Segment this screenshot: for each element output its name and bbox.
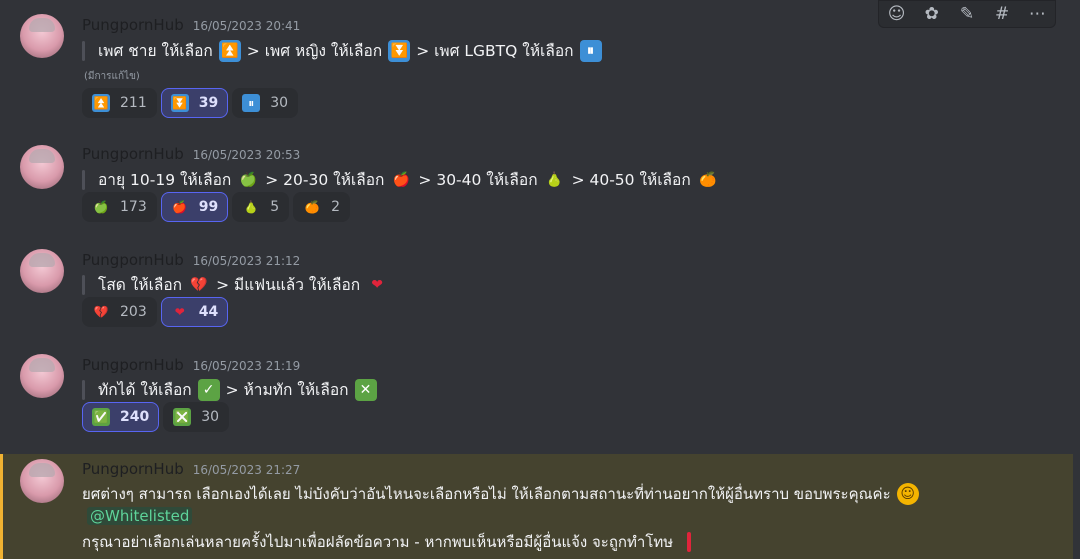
- reaction-button[interactable]: 🍎 99: [160, 192, 229, 222]
- mention-line: @Whitelisted: [87, 507, 193, 525]
- username[interactable]: PungpornHub: [82, 145, 184, 163]
- reaction-count: 2: [331, 199, 341, 215]
- cross-mark-emoji: ✕: [354, 378, 377, 401]
- message-text: เพศ ชาย ให้เลือก: [98, 42, 213, 60]
- message-text: > เพศ LGBTQ ให้เลือก: [416, 42, 574, 60]
- reaction-count: 5: [270, 199, 280, 215]
- timestamp: 16/05/2023 21:12: [192, 254, 301, 268]
- reaction-button[interactable]: ✅ 240: [82, 402, 160, 432]
- reaction-button[interactable]: ❎ 30: [163, 402, 230, 432]
- reaction-button[interactable]: ❤ 44: [160, 297, 229, 327]
- red-apple-emoji: 🍎: [392, 171, 411, 188]
- broken-heart-emoji: 💔: [190, 276, 208, 293]
- timestamp: 16/05/2023 20:53: [192, 148, 301, 162]
- reaction-button[interactable]: 🍊 2: [293, 192, 351, 222]
- message-2: PungpornHub 16/05/2023 20:53 อายุ 10-19 …: [0, 125, 1070, 235]
- message-content: ยศต่างๆ สามารถ เลือกเองได้เลย ไม่บังคับว…: [82, 482, 925, 506]
- reactions: 🍏 173 🍎 99 🍐 5 🍊 2: [82, 192, 351, 222]
- reaction-count: 211: [120, 95, 147, 111]
- orange-emoji: 🍊: [699, 171, 717, 188]
- username[interactable]: PungpornHub: [82, 251, 184, 269]
- timestamp: 16/05/2023 21:19: [192, 359, 301, 373]
- timestamp: 16/05/2023 20:41: [192, 19, 301, 33]
- pause-emoji: ⏸: [579, 39, 602, 62]
- message-text: > มีแฟนแล้ว ให้เลือก: [216, 276, 361, 294]
- green-apple-icon: 🍏: [93, 200, 109, 214]
- quote-bar: [82, 274, 85, 295]
- reaction-button[interactable]: 🍐 5: [232, 192, 290, 222]
- arrow-double-down-emoji: ⏬: [388, 39, 411, 62]
- pause-icon: ⏸: [242, 94, 261, 112]
- reaction-count: 173: [120, 199, 147, 215]
- arrow-double-up-emoji: ⏫: [218, 39, 241, 62]
- message-text: > เพศ หญิง ให้เลือก: [246, 42, 383, 60]
- pear-icon: 🍐: [243, 200, 259, 214]
- check-mark-icon: ✅: [92, 408, 110, 426]
- message-text: อายุ 10-19 ให้เลือก: [98, 171, 232, 189]
- red-heart-icon: ❤: [174, 305, 185, 319]
- reaction-button[interactable]: ⏬ 39: [160, 88, 229, 118]
- message-3: PungpornHub 16/05/2023 21:12 โสด ให้เลือ…: [0, 235, 1070, 340]
- reaction-count: 203: [120, 304, 147, 320]
- broken-heart-icon: 💔: [93, 305, 109, 319]
- message-content: เพศ ชาย ให้เลือก ⏫ > เพศ หญิง ให้เลือก ⏬…: [82, 38, 608, 63]
- arrow-double-up-icon: ⏫: [92, 94, 110, 112]
- quote-bar: [82, 40, 85, 61]
- warning-line: กรุณาอย่าเลือกเล่นหลายครั้งไปมาเพื่อฝลัด…: [82, 530, 692, 554]
- reactions: 💔 203 ❤ 44: [82, 297, 229, 327]
- reaction-count: 99: [198, 199, 219, 215]
- reaction-count: 30: [270, 95, 289, 111]
- avatar[interactable]: [20, 354, 64, 398]
- message-content: โสด ให้เลือก 💔 > มีแฟนแล้ว ให้เลือก ❤: [82, 272, 394, 297]
- reaction-count: 30: [201, 409, 220, 425]
- reaction-count: 44: [198, 304, 219, 320]
- exclamation-icon: [687, 532, 692, 552]
- message-text: > 40-50 ให้เลือก: [571, 171, 691, 189]
- role-mention[interactable]: @Whitelisted: [87, 507, 193, 525]
- message-content: ทักได้ ให้เลือก ✓ > ห้ามทัก ให้เลือก ✕: [82, 377, 383, 402]
- reaction-count: 240: [120, 409, 150, 425]
- message-text: กรุณาอย่าเลือกเล่นหลายครั้งไปมาเพื่อฝลัด…: [82, 533, 674, 551]
- avatar[interactable]: [20, 145, 64, 189]
- arrow-double-down-icon: ⏬: [170, 94, 189, 112]
- username[interactable]: PungpornHub: [82, 460, 184, 478]
- red-heart-emoji: ❤: [371, 276, 384, 293]
- pear-emoji: 🍐: [545, 171, 564, 188]
- orange-icon: 🍊: [304, 200, 320, 214]
- message-4: PungpornHub 16/05/2023 21:19 ทักได้ ให้เ…: [0, 340, 1070, 450]
- green-apple-emoji: 🍏: [239, 171, 257, 188]
- message-text: ทักได้ ให้เลือก: [98, 381, 192, 399]
- message-text: ยศต่างๆ สามารถ เลือกเองได้เลย ไม่บังคับว…: [82, 485, 891, 503]
- username[interactable]: PungpornHub: [82, 356, 184, 374]
- cross-mark-icon: ❎: [173, 408, 192, 426]
- avatar[interactable]: [20, 459, 64, 503]
- reactions: ✅ 240 ❎ 30: [82, 402, 230, 432]
- red-apple-icon: 🍎: [172, 200, 188, 214]
- message-text: โสด ให้เลือก: [98, 276, 183, 294]
- message-text: > ห้ามทัก ให้เลือก: [225, 381, 349, 399]
- message-text: > 30-40 ให้เลือก: [418, 171, 538, 189]
- message-1: PungpornHub 16/05/2023 20:41 เพศ ชาย ให้…: [0, 0, 1070, 125]
- saluting-face-emoji: ☺: [896, 483, 919, 505]
- timestamp: 16/05/2023 21:27: [192, 463, 301, 477]
- reaction-button[interactable]: ⏸ 30: [232, 88, 299, 118]
- message-text: > 20-30 ให้เลือก: [265, 171, 385, 189]
- reaction-button[interactable]: 💔 203: [82, 297, 157, 327]
- edited-label: (มีการแก้ไข): [84, 71, 140, 82]
- check-mark-emoji: ✓: [197, 378, 220, 401]
- reaction-count: 39: [198, 95, 219, 111]
- avatar[interactable]: [20, 14, 64, 58]
- reactions: ⏫ 211 ⏬ 39 ⏸ 30: [82, 88, 299, 118]
- avatar[interactable]: [20, 249, 64, 293]
- message-content: อายุ 10-19 ให้เลือก 🍏 > 20-30 ให้เลือก 🍎…: [82, 167, 725, 192]
- quote-bar: [82, 169, 85, 190]
- reaction-button[interactable]: 🍏 173: [82, 192, 157, 222]
- quote-bar: [82, 379, 85, 400]
- reaction-button[interactable]: ⏫ 211: [82, 88, 157, 118]
- message-5: PungpornHub 16/05/2023 21:27 ยศต่างๆ สาม…: [0, 454, 1073, 559]
- username[interactable]: PungpornHub: [82, 16, 184, 34]
